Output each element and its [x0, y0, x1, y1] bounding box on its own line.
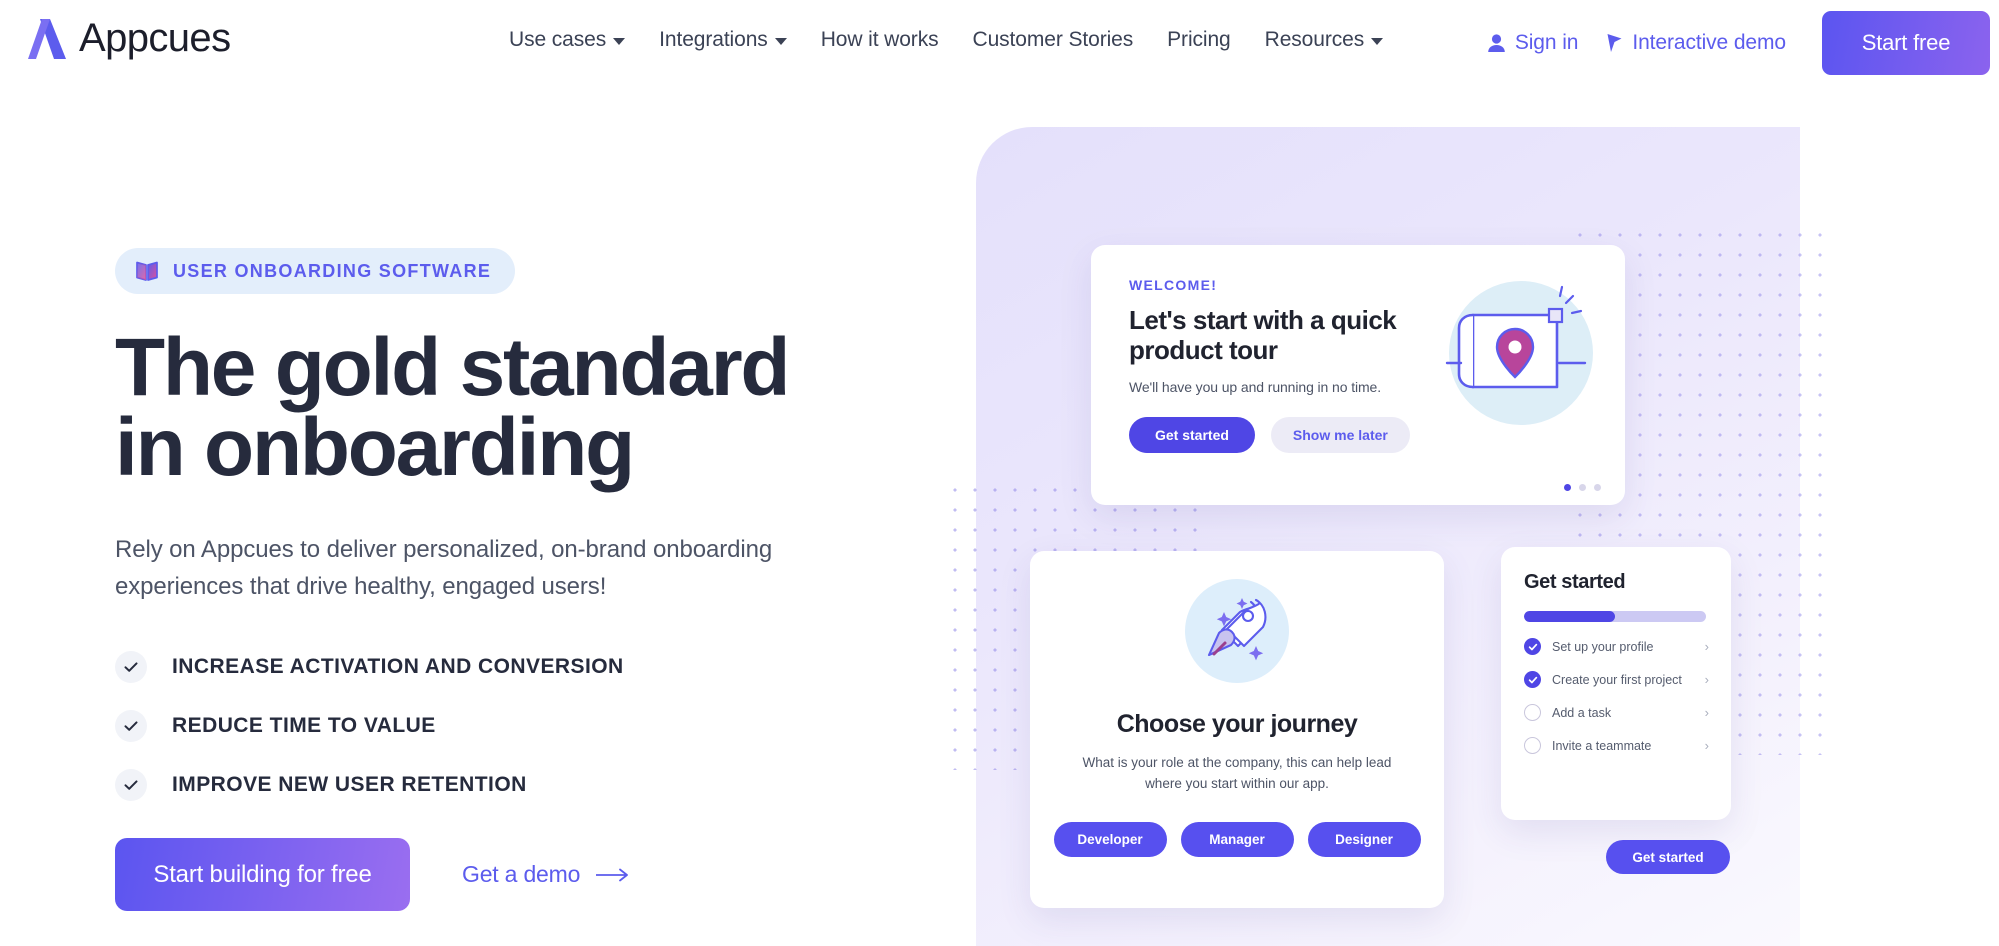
start-building-button[interactable]: Start building for free: [115, 838, 410, 912]
sign-in-label: Sign in: [1514, 31, 1579, 54]
check-icon: [115, 710, 147, 743]
list-item: IMPROVE NEW USER RETENTION: [115, 769, 895, 802]
sign-in-link[interactable]: Sign in: [1473, 23, 1593, 63]
checklist-item[interactable]: Set up your profile ›: [1524, 638, 1709, 655]
page-title: The gold standard in onboarding: [115, 327, 895, 489]
nav-item-pricing[interactable]: Pricing: [1150, 20, 1248, 60]
journey-illustration-wrap: [1185, 579, 1289, 683]
checkbox-checked-icon: [1524, 671, 1541, 688]
nav-item-integrations[interactable]: Integrations: [642, 20, 804, 60]
nav-label: Customer Stories: [972, 28, 1134, 51]
logo[interactable]: Appcues: [28, 16, 231, 61]
interactive-demo-link[interactable]: Interactive demo: [1592, 23, 1800, 63]
user-icon: [1488, 34, 1505, 52]
title-line-1: The gold standard: [115, 322, 790, 413]
carousel-dot-2[interactable]: [1579, 484, 1586, 491]
journey-title: Choose your journey: [1116, 710, 1358, 738]
category-badge: USER ONBOARDING SOFTWARE: [115, 248, 516, 294]
floating-get-started-button[interactable]: Get started: [1606, 840, 1730, 874]
nav-label: How it works: [820, 28, 939, 51]
start-free-button[interactable]: Start free: [1822, 11, 1990, 75]
nav-label: Integrations: [659, 28, 768, 51]
list-item: INCREASE ACTIVATION AND CONVERSION: [115, 651, 895, 684]
nav-item-customer-stories[interactable]: Customer Stories: [956, 20, 1151, 60]
journey-option-manager[interactable]: Manager: [1180, 821, 1294, 857]
product-tour-card: WELCOME! Let's start with a quick produc…: [1091, 245, 1625, 505]
get-a-demo-label: Get a demo: [462, 861, 581, 888]
checklist-item[interactable]: Add a task ›: [1524, 704, 1709, 721]
checklist-item-label: Set up your profile: [1552, 639, 1654, 654]
benefit-label: INCREASE ACTIVATION AND CONVERSION: [172, 655, 624, 679]
nav-item-how-it-works[interactable]: How it works: [804, 20, 956, 60]
carousel-dots[interactable]: [1564, 484, 1601, 491]
journey-option-designer[interactable]: Designer: [1307, 821, 1421, 857]
chevron-right-icon: ›: [1704, 705, 1709, 720]
checklist-item-label: Invite a teammate: [1552, 738, 1652, 753]
checklist-title: Get started: [1524, 571, 1626, 593]
nav-item-use-cases[interactable]: Use cases: [492, 20, 642, 60]
tour-get-started-button[interactable]: Get started: [1129, 417, 1255, 454]
checklist-item-label: Add a task: [1552, 705, 1612, 720]
progress-bar: [1524, 611, 1706, 622]
get-started-checklist-card: Get started Set up your profile › Create…: [1501, 547, 1731, 820]
map-with-location-pin-icon: [1445, 281, 1593, 425]
choose-journey-card: Choose your journey What is your role at…: [1030, 551, 1444, 908]
cursor-pointer-icon: [1607, 33, 1622, 52]
open-book-icon: [136, 261, 158, 281]
checkbox-checked-icon: [1524, 638, 1541, 655]
tour-show-me-later-button[interactable]: Show me later: [1270, 417, 1410, 454]
nav-label: Use cases: [509, 28, 607, 51]
benefit-label: REDUCE TIME TO VALUE: [172, 714, 436, 738]
hero-cta-row: Start building for free Get a demo: [115, 838, 895, 912]
chevron-right-icon: ›: [1704, 672, 1709, 687]
interactive-demo-label: Interactive demo: [1632, 31, 1786, 54]
checkbox-empty-icon: [1524, 704, 1541, 721]
tour-title: Let's start with a quick product tour: [1129, 305, 1397, 366]
carousel-dot-1[interactable]: [1564, 484, 1571, 491]
logo-text: Appcues: [79, 16, 231, 60]
get-a-demo-link[interactable]: Get a demo: [462, 861, 630, 888]
main-nav: Use cases Integrations How it works Cust…: [492, 20, 1400, 60]
site-header: Appcues Use cases Integrations How it wo…: [0, 0, 1999, 86]
appcues-logo-icon: [28, 18, 66, 59]
arrow-right-icon: [596, 868, 629, 881]
nav-label: Pricing: [1167, 28, 1231, 51]
chevron-down-icon: [774, 38, 787, 45]
checklist-item[interactable]: Invite a teammate ›: [1524, 737, 1709, 754]
list-item: REDUCE TIME TO VALUE: [115, 710, 895, 743]
check-icon: [115, 651, 147, 684]
check-icon: [115, 769, 147, 802]
progress-bar-fill: [1524, 611, 1615, 622]
rocket-icon: [1207, 598, 1267, 661]
chevron-right-icon: ›: [1704, 738, 1709, 753]
checklist-item[interactable]: Create your first project ›: [1524, 671, 1709, 688]
checkbox-empty-icon: [1524, 737, 1541, 754]
badge-label: USER ONBOARDING SOFTWARE: [173, 260, 492, 281]
carousel-dot-3[interactable]: [1594, 484, 1601, 491]
chevron-down-icon: [613, 38, 626, 45]
journey-options: Developer Manager Designer: [1030, 821, 1444, 857]
hero-benefits-list: INCREASE ACTIVATION AND CONVERSION REDUC…: [115, 651, 895, 802]
hero-content: USER ONBOARDING SOFTWARE The gold standa…: [115, 248, 895, 912]
benefit-label: IMPROVE NEW USER RETENTION: [172, 773, 527, 797]
nav-label: Resources: [1264, 28, 1365, 51]
nav-item-resources[interactable]: Resources: [1248, 20, 1400, 60]
journey-subtitle: What is your role at the company, this c…: [1082, 755, 1392, 791]
chevron-down-icon: [1371, 38, 1384, 45]
hero-subtitle: Rely on Appcues to deliver personalized,…: [115, 535, 773, 600]
journey-option-developer[interactable]: Developer: [1053, 821, 1167, 857]
header-actions: Sign in Interactive demo Start free: [1473, 0, 1999, 86]
title-line-2: in onboarding: [115, 402, 635, 494]
chevron-right-icon: ›: [1704, 639, 1709, 654]
checklist-item-label: Create your first project: [1552, 672, 1682, 687]
